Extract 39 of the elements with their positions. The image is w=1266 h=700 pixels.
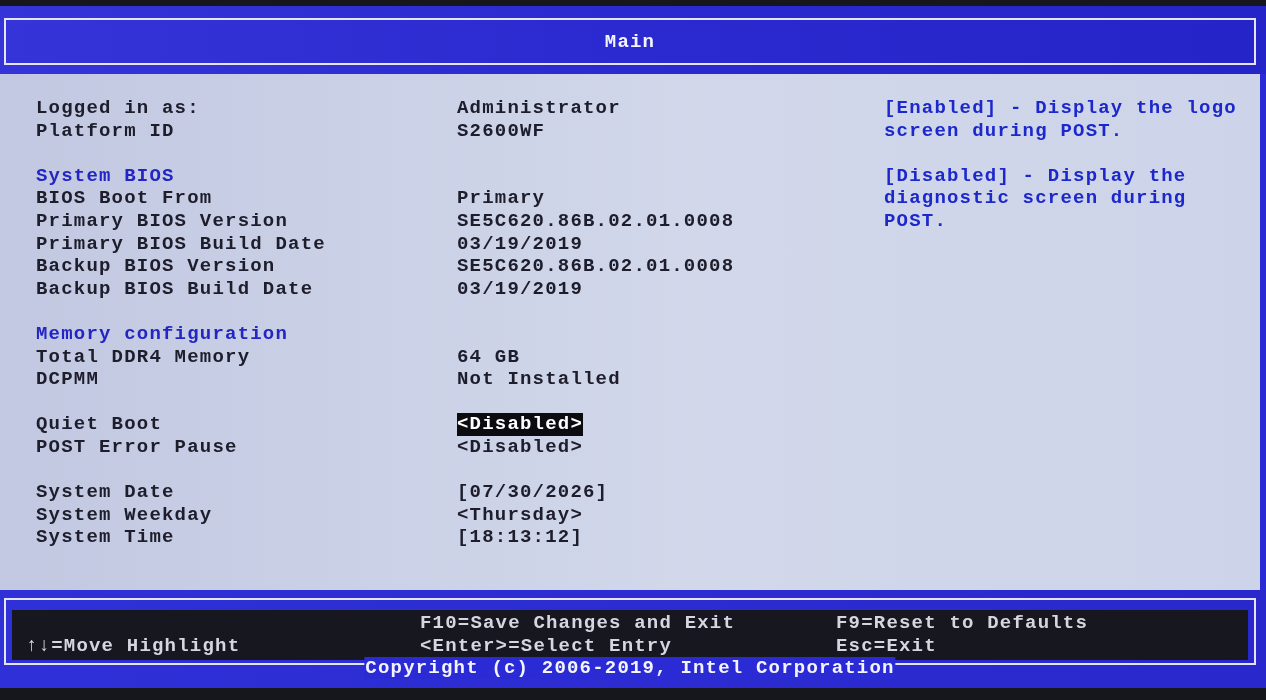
setting-label: Backup BIOS Build Date <box>36 277 314 301</box>
setting-label: DCPMM <box>36 368 99 391</box>
key-hint: F10=Save Changes and Exit <box>420 612 736 635</box>
setting-label: Primary BIOS Build Date <box>36 232 326 256</box>
help-text: [Enabled] - Display the logo screen during POST. <box>884 97 1238 143</box>
help-text: [Disabled] - Display the diagnostic screen during POST. <box>884 164 1188 233</box>
copyright-text: Copyright (c) 2006-2019, Intel Corporation <box>364 657 896 679</box>
setting-label: POST Error Pause <box>36 435 238 459</box>
setting-value[interactable]: 03/19/2019 <box>457 277 584 301</box>
setting-value[interactable]: Administrator <box>457 97 621 120</box>
setting-value[interactable]: SE5C620.86B.02.01.0008 <box>457 209 735 233</box>
setting-value[interactable]: 03/19/2019 <box>457 232 584 256</box>
setting-label: System Date <box>36 481 175 504</box>
setting-value[interactable]: Not Installed <box>457 368 621 391</box>
key-hint: <Enter>=Select Entry <box>420 635 673 658</box>
key-hint: Esc=Exit <box>836 635 937 658</box>
setting-label: Backup BIOS Version <box>36 255 276 278</box>
setting-label: Primary BIOS Version <box>36 209 289 233</box>
setting-label: Total DDR4 Memory <box>36 345 251 369</box>
setting-label: Logged in as: <box>36 97 200 120</box>
section-heading: System BIOS <box>36 164 175 188</box>
setting-value[interactable]: <Disabled> <box>457 413 584 436</box>
setting-value[interactable]: 64 GB <box>457 345 520 369</box>
setting-label: BIOS Boot From <box>36 187 213 210</box>
setting-value[interactable]: [07/30/2026] <box>457 481 609 504</box>
key-hint: F9=Reset to Defaults <box>836 612 1089 635</box>
section-heading: Memory configuration <box>36 322 289 346</box>
setting-label: System Time <box>36 526 175 549</box>
setting-label: System Weekday <box>36 503 213 527</box>
setting-value[interactable]: Primary <box>457 187 546 210</box>
setting-value[interactable]: S2600WF <box>457 119 546 143</box>
setting-value[interactable]: [18:13:12] <box>457 526 584 549</box>
key-hint: ↑↓=Move Highlight <box>26 635 241 658</box>
setting-label: Platform ID <box>36 119 175 143</box>
setting-value[interactable]: SE5C620.86B.02.01.0008 <box>457 255 735 278</box>
setting-label: Quiet Boot <box>36 413 163 436</box>
setting-value[interactable]: <Disabled> <box>457 435 584 459</box>
setting-value[interactable]: <Thursday> <box>457 503 584 527</box>
page-title: Main <box>604 30 656 53</box>
